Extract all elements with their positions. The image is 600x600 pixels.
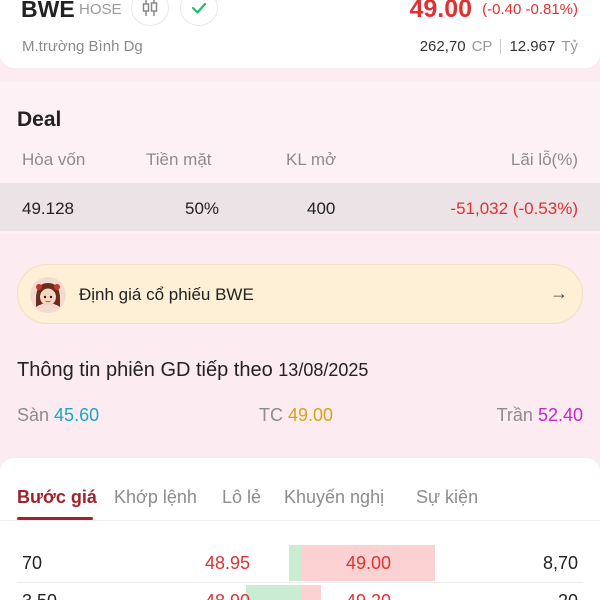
reference-value: 49.00 bbox=[288, 405, 334, 425]
tab-recommendations[interactable]: Khuyến nghị bbox=[284, 487, 384, 508]
deal-header-open-volume: KL mở bbox=[286, 150, 337, 169]
deal-cash-value: 50% bbox=[185, 199, 220, 218]
valuation-banner[interactable]: Định giá cổ phiếu BWE → bbox=[17, 264, 583, 324]
floor-value: 45.60 bbox=[54, 405, 100, 425]
bid-volume-bar bbox=[289, 545, 301, 581]
deal-pnl-value: -51,032 (-0.53%) bbox=[450, 199, 578, 218]
ceiling-label: Trần bbox=[496, 405, 533, 425]
next-session-date: 13/08/2025 bbox=[278, 360, 369, 380]
tabs-divider bbox=[0, 520, 600, 521]
bid-volume: 70 bbox=[22, 553, 43, 573]
deal-header-breakeven: Hòa vốn bbox=[22, 150, 86, 169]
market-label: M.trường Bình Dg bbox=[22, 38, 143, 55]
deal-title: Deal bbox=[17, 108, 62, 131]
watchlist-check-button[interactable] bbox=[180, 0, 218, 26]
ceiling-value: 52.40 bbox=[537, 405, 583, 425]
valuation-banner-text: Định giá cổ phiếu BWE bbox=[79, 285, 254, 304]
assistant-avatar bbox=[30, 277, 66, 313]
tab-events[interactable]: Sự kiện bbox=[416, 487, 478, 508]
current-price: 49.00 bbox=[409, 0, 472, 23]
next-session-title: Thông tin phiên GD tiếp theo 13/08/2025 bbox=[17, 359, 368, 382]
exchange-label: HOSE bbox=[79, 1, 122, 18]
tab-matched-orders[interactable]: Khớp lệnh bbox=[114, 487, 197, 508]
tab-price-steps[interactable]: Bước giá bbox=[17, 487, 97, 508]
deal-header-cash: Tiền mặt bbox=[146, 150, 212, 169]
stock-header: BWE HOSE 49.00 (-0.40 -0.81%) M.trường B… bbox=[0, 0, 600, 68]
ask-volume: 20 bbox=[558, 591, 578, 600]
orderbook-row: 3,50 48.90 49.20 20 bbox=[0, 583, 600, 600]
check-icon bbox=[191, 2, 207, 14]
reference-price: TC 49.00 bbox=[259, 405, 333, 426]
price-change: (-0.40 -0.81%) bbox=[482, 1, 578, 18]
ask-volume-bar bbox=[301, 585, 321, 600]
ask-volume: 8,70 bbox=[542, 553, 578, 573]
header-stats: 262,70 CP 12.967 Tỷ bbox=[420, 38, 578, 55]
cp-value: 262,70 bbox=[419, 38, 466, 55]
candlestick-icon bbox=[142, 0, 158, 16]
ticker-symbol: BWE bbox=[21, 0, 75, 22]
stats-separator bbox=[500, 39, 502, 54]
deal-breakeven-value: 49.128 bbox=[22, 199, 74, 218]
bid-price: 48.95 bbox=[205, 553, 251, 573]
cap-value: 12.967 bbox=[509, 38, 556, 55]
deal-header-pnl: Lãi lỗ(%) bbox=[510, 150, 578, 169]
bid-volume-bar bbox=[246, 585, 301, 600]
deal-open-volume-value: 400 bbox=[307, 199, 336, 218]
cap-label: Tỷ bbox=[561, 38, 578, 55]
ask-price: 49.20 bbox=[346, 591, 391, 600]
bid-price: 48.90 bbox=[205, 591, 250, 600]
floor-price: Sàn 45.60 bbox=[17, 405, 99, 426]
floor-label: Sàn bbox=[17, 405, 50, 425]
bid-volume: 3,50 bbox=[22, 591, 57, 600]
next-session-label: Thông tin phiên GD tiếp theo bbox=[17, 359, 273, 381]
orderbook-row: 70 48.95 49.00 8,70 bbox=[0, 543, 600, 583]
candlestick-chart-button[interactable] bbox=[131, 0, 169, 26]
ask-price: 49.00 bbox=[346, 553, 392, 573]
tab-odd-lot[interactable]: Lô lẻ bbox=[222, 487, 261, 508]
reference-label: TC bbox=[259, 405, 283, 425]
ceiling-price: Trần 52.40 bbox=[497, 405, 583, 426]
cp-label: CP bbox=[471, 38, 493, 55]
arrow-right-icon: → bbox=[550, 283, 568, 303]
